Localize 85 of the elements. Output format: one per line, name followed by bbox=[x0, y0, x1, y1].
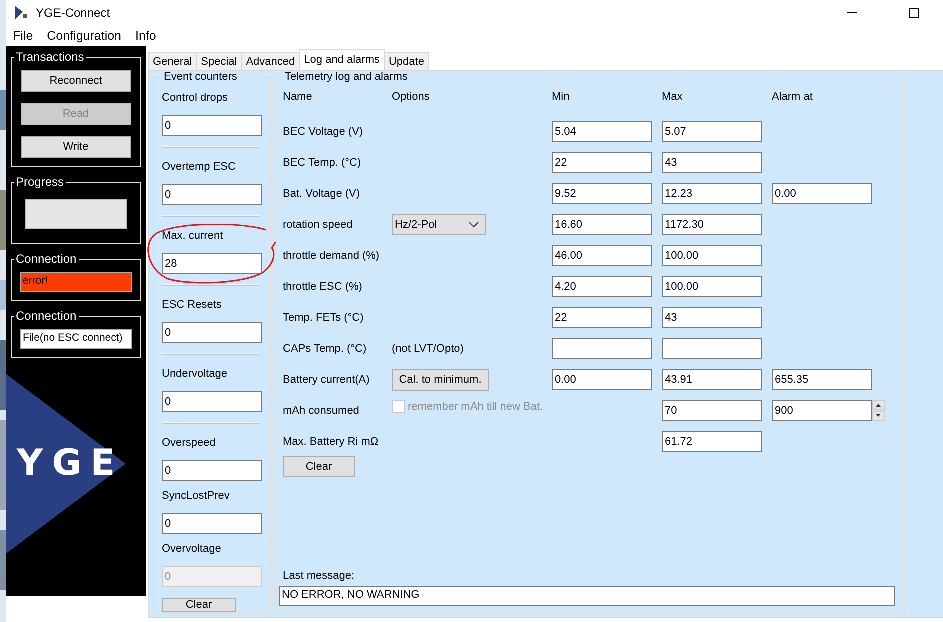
value-field[interactable]: 100.00 bbox=[662, 245, 762, 266]
group-title: Connection bbox=[15, 309, 78, 323]
value-field[interactable]: 5.04 bbox=[552, 121, 652, 142]
column-header: Name bbox=[283, 90, 314, 103]
tab[interactable]: Advanced bbox=[241, 52, 300, 70]
column-header: Options bbox=[392, 90, 431, 103]
input-field[interactable]: 0 bbox=[162, 391, 262, 412]
row-label: throttle ESC (%) bbox=[283, 280, 364, 292]
clear-button[interactable]: Clear bbox=[162, 598, 236, 612]
tab[interactable]: Special bbox=[196, 52, 242, 70]
checkbox-label: remember mAh till new Bat. bbox=[408, 400, 544, 412]
connection-mode-field: File(no ESC connect) bbox=[20, 329, 132, 349]
connection-status-field: error! bbox=[20, 272, 132, 292]
column-header: Max bbox=[662, 90, 684, 103]
menu-item[interactable]: File bbox=[13, 29, 34, 43]
field-label: SyncLostPrev bbox=[162, 490, 231, 504]
window-title: YGE-Connect bbox=[36, 6, 110, 20]
value-field[interactable] bbox=[552, 338, 652, 359]
value-field[interactable]: 12.23 bbox=[662, 183, 762, 204]
field-label: Control drops bbox=[162, 92, 230, 106]
group-title: Connection bbox=[15, 252, 78, 266]
message-field: NO ERROR, NO WARNING bbox=[279, 586, 895, 606]
action-button[interactable]: Write bbox=[21, 136, 131, 158]
value-field[interactable]: 22 bbox=[552, 307, 652, 328]
group-title: Telemetry log and alarms bbox=[284, 71, 409, 83]
field-label: ESC Resets bbox=[162, 299, 223, 313]
tab[interactable]: General bbox=[148, 52, 198, 70]
caret-icon bbox=[469, 222, 479, 228]
value-field[interactable]: 22 bbox=[552, 152, 652, 173]
unit-dropdown[interactable]: Hz/2-Pol bbox=[392, 214, 486, 235]
field-label: Overtemp ESC bbox=[162, 161, 237, 175]
value-field[interactable]: 1172.30 bbox=[662, 214, 762, 235]
value-field[interactable]: 70 bbox=[662, 400, 762, 421]
row-label: CAPs Temp. (°C) bbox=[283, 342, 368, 354]
field-label: Last message: bbox=[283, 570, 356, 582]
value-field[interactable] bbox=[662, 338, 762, 359]
action-button[interactable]: Reconnect bbox=[21, 70, 131, 92]
value-field[interactable]: 46.00 bbox=[552, 245, 652, 266]
row-label: rotation speed bbox=[283, 218, 354, 230]
group-title: Progress bbox=[15, 175, 66, 189]
menu-item[interactable]: Info bbox=[136, 29, 156, 43]
tab[interactable]: Update bbox=[384, 52, 430, 70]
row-label: Temp. FETs (°C) bbox=[283, 312, 365, 324]
input-field[interactable]: 0 bbox=[162, 322, 262, 343]
input-field[interactable]: 0 bbox=[162, 460, 262, 481]
value-field[interactable]: 100.00 bbox=[662, 276, 762, 297]
value-field[interactable]: 43 bbox=[662, 152, 762, 173]
group-title: Event counters bbox=[163, 71, 238, 83]
value-field[interactable]: 43 bbox=[662, 307, 762, 328]
row-label: BEC Voltage (V) bbox=[283, 126, 364, 138]
row-label: throttle demand (%) bbox=[283, 250, 381, 262]
row-label: BEC Temp. (°C) bbox=[283, 156, 362, 168]
value-field[interactable]: 4.20 bbox=[552, 276, 652, 297]
value-field[interactable]: 900 bbox=[772, 400, 872, 421]
spinner-buttons[interactable] bbox=[872, 400, 885, 421]
input-field[interactable]: 0 bbox=[162, 184, 262, 205]
app-icon bbox=[14, 5, 28, 21]
field-label: Max. current bbox=[162, 230, 224, 244]
value-field[interactable]: 655.35 bbox=[772, 369, 872, 390]
menu-item[interactable]: Configuration bbox=[47, 29, 122, 43]
value-field[interactable]: 43.91 bbox=[662, 369, 762, 390]
clear-button[interactable]: Clear bbox=[283, 456, 355, 477]
field-label: Undervoltage bbox=[162, 368, 228, 382]
calibrate-button[interactable]: Cal. to minimum. bbox=[392, 368, 489, 390]
group-title: Transactions bbox=[15, 50, 86, 64]
column-header: Min bbox=[552, 90, 571, 103]
row-label: Max. Battery Ri mΩ bbox=[283, 436, 380, 448]
value-field[interactable]: 61.72 bbox=[662, 431, 762, 452]
input-field[interactable]: 28 bbox=[162, 253, 262, 274]
column-header: Alarm at bbox=[772, 90, 814, 103]
row-label: Battery current(A) bbox=[283, 374, 371, 386]
note-text: (not LVT/Opto) bbox=[392, 342, 464, 354]
value-field[interactable]: 5.07 bbox=[662, 121, 762, 142]
logo-text: YGE bbox=[17, 444, 124, 484]
row-label: Bat. Voltage (V) bbox=[283, 188, 362, 200]
value-field[interactable]: 16.60 bbox=[552, 214, 652, 235]
row-label: mAh consumed bbox=[283, 404, 360, 416]
input-field[interactable]: 0 bbox=[162, 513, 262, 534]
value-field[interactable]: 9.52 bbox=[552, 183, 652, 204]
field-label: Overvoltage bbox=[162, 543, 222, 557]
input-field[interactable]: 0 bbox=[162, 115, 262, 136]
field-label: Overspeed bbox=[162, 437, 217, 451]
maximize-icon[interactable] bbox=[909, 8, 919, 18]
value-field[interactable]: 0.00 bbox=[772, 183, 872, 204]
value-field[interactable]: 0.00 bbox=[552, 369, 652, 390]
